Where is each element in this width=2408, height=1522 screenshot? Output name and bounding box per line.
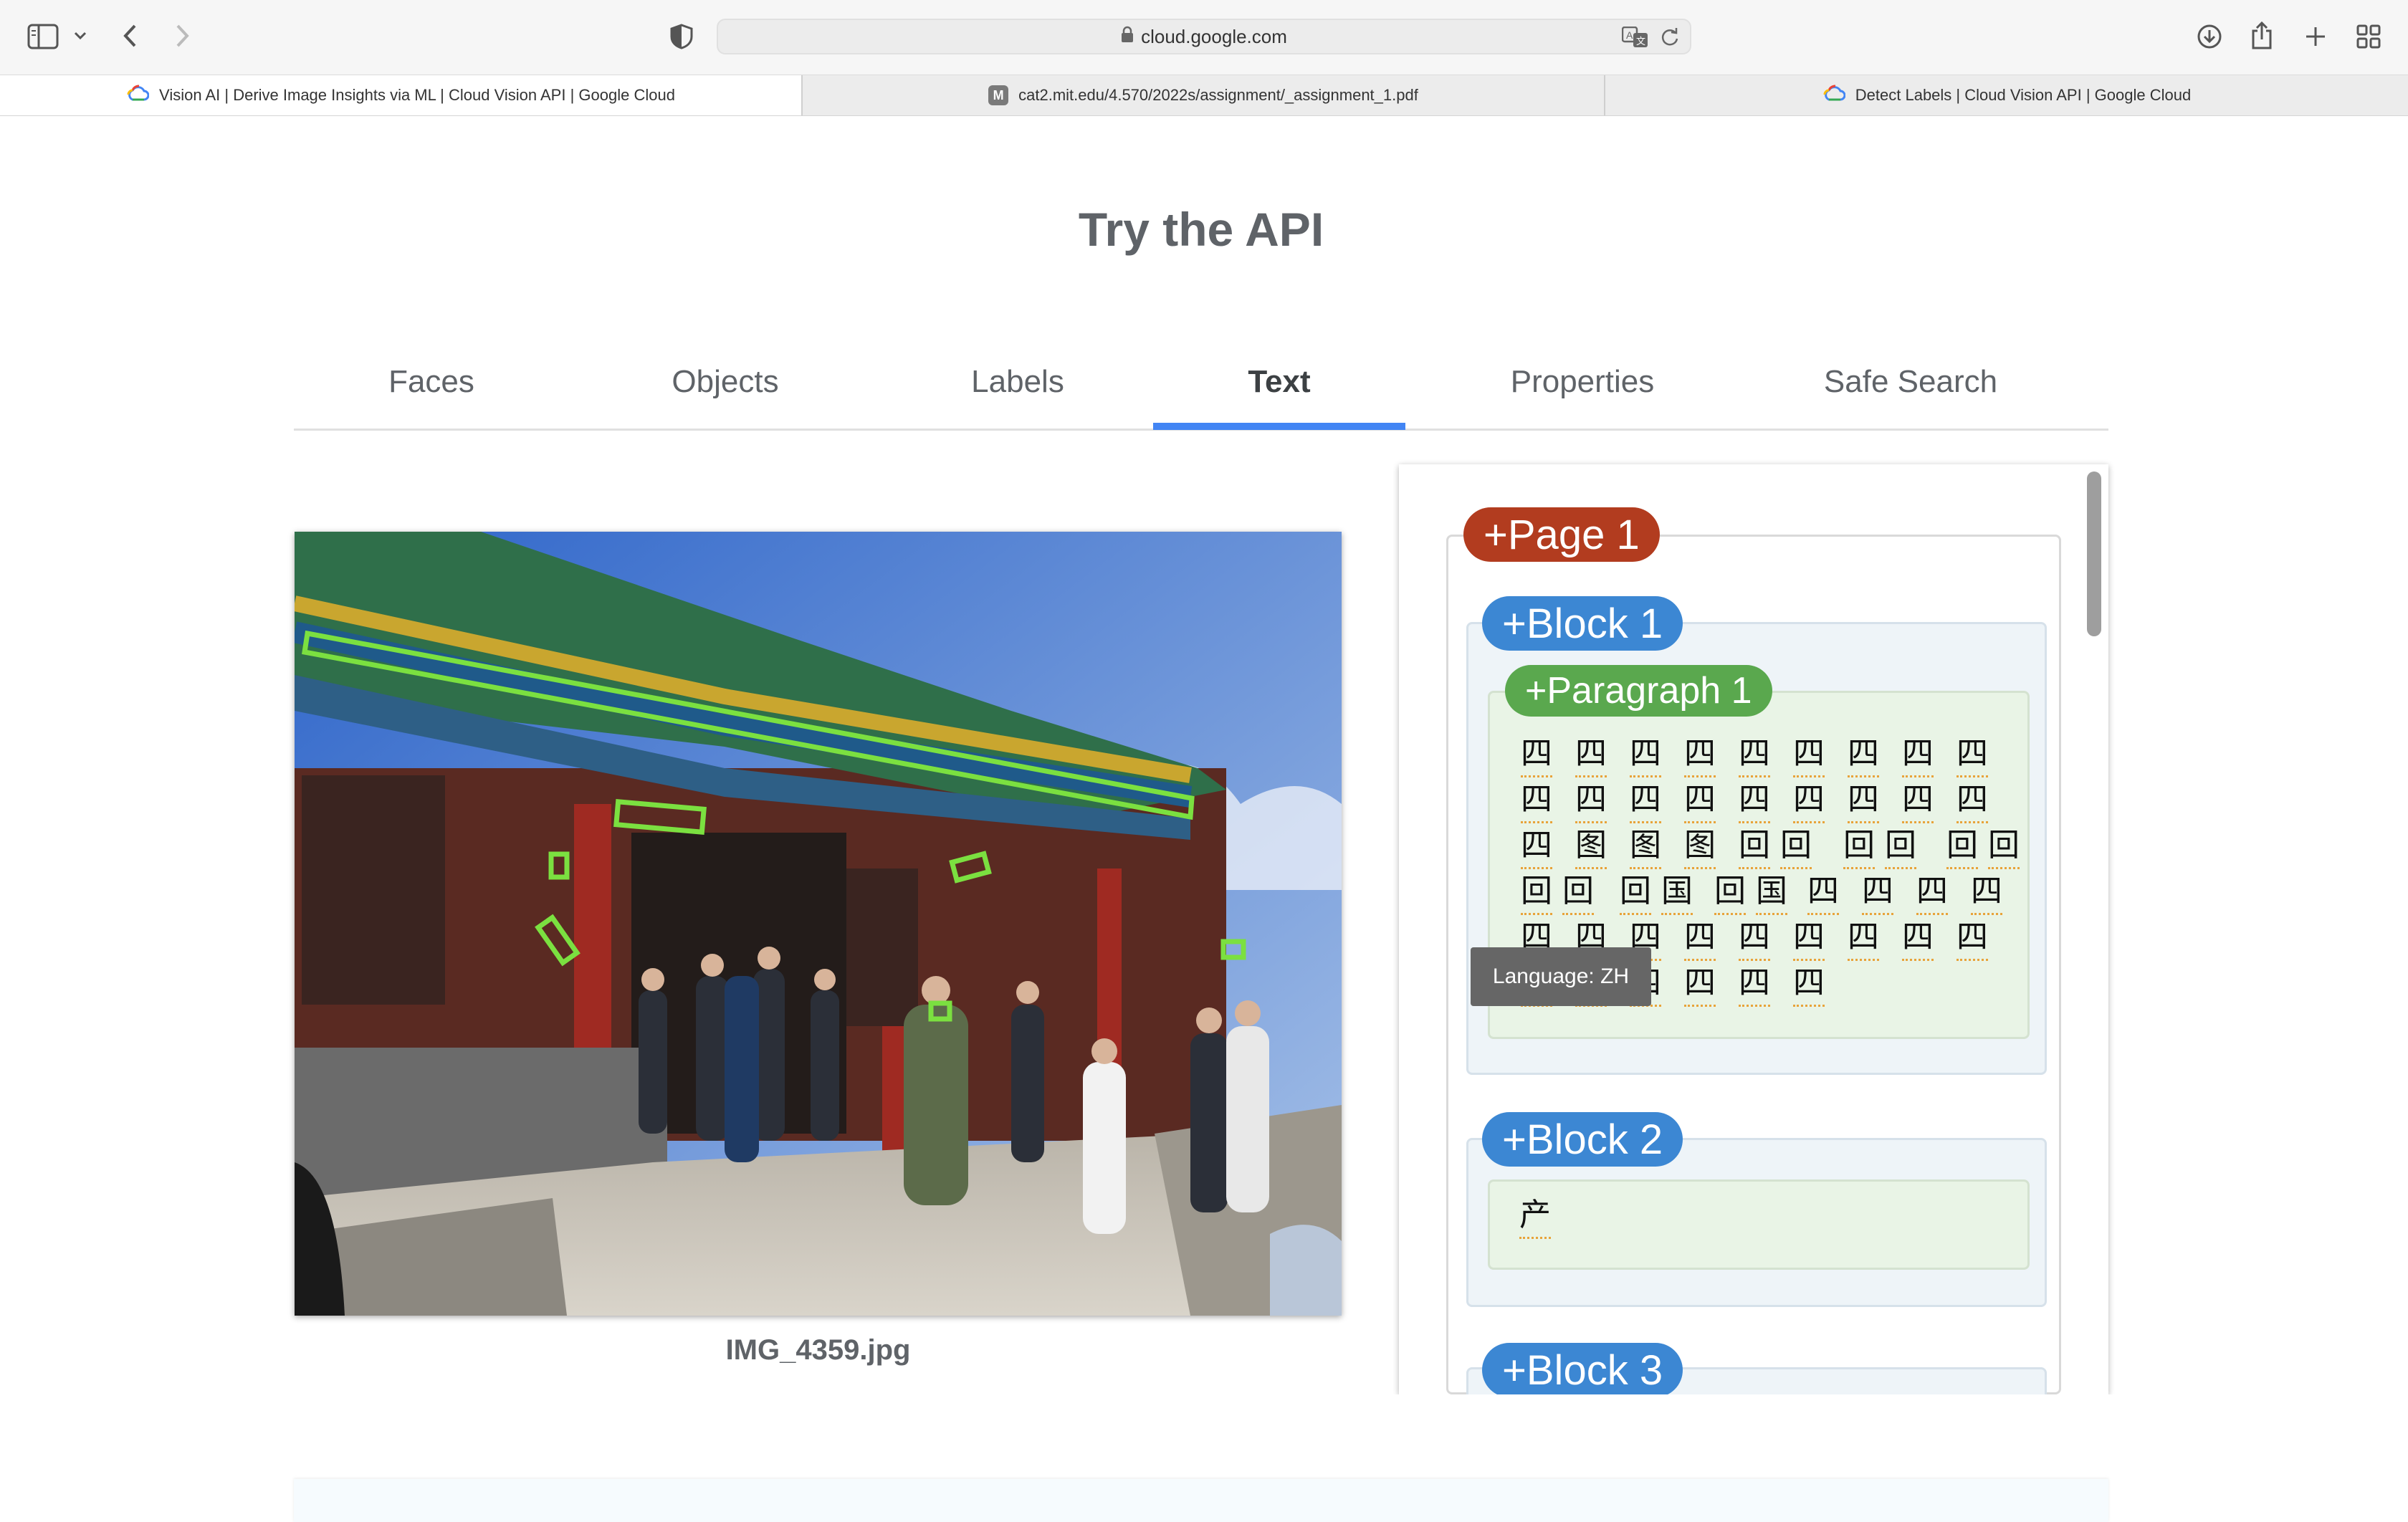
text-symbol[interactable]: 四	[1793, 778, 1825, 823]
text-symbol[interactable]: 四	[1848, 732, 1879, 777]
sidebar-toggle-icon[interactable]	[24, 20, 62, 53]
lock-icon	[1121, 26, 1134, 48]
text-symbol[interactable]: 图	[1684, 824, 1716, 869]
forward-icon[interactable]	[168, 20, 196, 52]
tab-overview-icon[interactable]	[2354, 21, 2384, 52]
text-symbol[interactable]: 四	[1956, 778, 1988, 823]
chevron-down-icon[interactable]	[70, 26, 90, 46]
feature-tabs: Faces Objects Labels Text Properties Saf…	[294, 335, 2108, 431]
text-symbol[interactable]: 四	[1848, 916, 1879, 961]
translate-icon[interactable]: A文	[1621, 24, 1650, 50]
text-symbol[interactable]: 四	[1807, 870, 1839, 915]
tab-properties[interactable]: Properties	[1440, 335, 1724, 429]
google-cloud-icon	[1822, 84, 1846, 107]
text-symbol[interactable]: 四	[1521, 778, 1552, 823]
back-icon[interactable]	[116, 20, 145, 52]
share-icon[interactable]	[2247, 19, 2276, 52]
google-cloud-icon	[126, 84, 150, 107]
text-symbol[interactable]: 回	[1521, 870, 1552, 915]
block-chip-2[interactable]: +Block 2	[1482, 1112, 1683, 1167]
reload-icon[interactable]	[1657, 24, 1683, 50]
tab-text[interactable]: Text	[1153, 335, 1405, 429]
tab-objects[interactable]: Objects	[576, 335, 874, 429]
text-symbol[interactable]: 图	[1630, 824, 1661, 869]
text-symbol[interactable]: 图	[1575, 824, 1607, 869]
text-symbol[interactable]: 四	[1575, 778, 1607, 823]
privacy-shield-icon[interactable]	[666, 21, 697, 52]
text-symbol[interactable]: 四	[1630, 732, 1661, 777]
paragraph-box	[1488, 1179, 2030, 1270]
browser-tab-assignment-pdf[interactable]: M cat2.mit.edu/4.570/2022s/assignment/_a…	[803, 75, 1605, 115]
text-symbol[interactable]: 四	[1630, 778, 1661, 823]
text-symbol[interactable]: 回	[1739, 824, 1770, 869]
text-symbol[interactable]: 四	[1684, 962, 1716, 1007]
browser-tab-title: Vision AI | Derive Image Insights via ML…	[159, 86, 675, 104]
text-symbol[interactable]: 四	[1684, 778, 1716, 823]
tab-labels[interactable]: Labels	[874, 335, 1161, 429]
text-symbol[interactable]: 回	[1843, 824, 1875, 869]
text-symbol[interactable]: 四	[1916, 870, 1948, 915]
text-symbol[interactable]: 四	[1739, 962, 1770, 1007]
next-section-card	[294, 1479, 2108, 1522]
text-symbol[interactable]: 四	[1739, 778, 1770, 823]
panel-bottom-mask	[1390, 1394, 2121, 1479]
text-symbol[interactable]: 四	[1956, 916, 1988, 961]
address-bar[interactable]: cloud.google.com A文	[717, 19, 1691, 54]
text-symbol[interactable]: 回	[1988, 824, 2020, 869]
text-symbol[interactable]: 四	[1902, 732, 1934, 777]
text-symbol[interactable]: 国	[1756, 870, 1787, 915]
downloads-icon[interactable]	[2194, 21, 2225, 52]
image-filename: IMG_4359.jpg	[725, 1334, 911, 1366]
url-text: cloud.google.com	[1141, 25, 1287, 47]
m-letter-icon: M	[988, 85, 1009, 105]
tab-safe-search[interactable]: Safe Search	[1752, 335, 2070, 429]
text-symbol[interactable]: 四	[1684, 916, 1716, 961]
paragraph-chip-1[interactable]: +Paragraph 1	[1505, 665, 1772, 717]
language-tooltip: Language: ZH	[1471, 947, 1651, 1006]
text-symbol[interactable]: 四	[1793, 732, 1825, 777]
text-symbol[interactable]: 四	[1521, 824, 1552, 869]
text-symbol[interactable]: 回	[1620, 870, 1651, 915]
panel-scrollbar[interactable]	[2087, 472, 2101, 636]
browser-toolbar: cloud.google.com A文	[0, 0, 2408, 75]
text-symbol[interactable]: 四	[1739, 916, 1770, 961]
text-symbol[interactable]: 国	[1661, 870, 1693, 915]
text-symbol[interactable]: 回	[1714, 870, 1746, 915]
page-chip[interactable]: +Page 1	[1463, 507, 1660, 562]
svg-text:文: 文	[1636, 37, 1645, 47]
text-symbol[interactable]: 四	[1684, 732, 1716, 777]
text-symbol[interactable]: 四	[1971, 870, 2002, 915]
text-symbol[interactable]: 四	[1902, 916, 1934, 961]
browser-tab-strip: Vision AI | Derive Image Insights via ML…	[0, 75, 2408, 116]
active-tab-indicator	[1153, 423, 1405, 430]
tab-faces[interactable]: Faces	[294, 335, 569, 429]
text-symbol[interactable]: 四	[1956, 732, 1988, 777]
url-display[interactable]: cloud.google.com	[718, 20, 1690, 53]
text-symbol[interactable]: 四	[1575, 732, 1607, 777]
text-symbol[interactable]: 回	[1780, 824, 1812, 869]
text-symbol[interactable]: 四	[1848, 778, 1879, 823]
text-symbol[interactable]: 产	[1519, 1194, 1551, 1239]
text-symbol[interactable]: 四	[1521, 732, 1552, 777]
analyzed-photo	[292, 532, 1342, 1316]
text-symbol[interactable]: 四	[1902, 778, 1934, 823]
block-chip-1[interactable]: +Block 1	[1482, 596, 1683, 651]
block-chip-3[interactable]: +Block 3	[1482, 1343, 1683, 1397]
text-symbol[interactable]: 回	[1562, 870, 1594, 915]
browser-tab-title: Detect Labels | Cloud Vision API | Googl…	[1855, 86, 2192, 104]
text-symbol[interactable]: 回	[1946, 824, 1978, 869]
new-tab-icon[interactable]	[2300, 21, 2331, 52]
browser-tab-vision-ai[interactable]: Vision AI | Derive Image Insights via ML…	[0, 75, 803, 115]
svg-text:A: A	[1626, 29, 1633, 41]
page-title: Try the API	[1078, 203, 1324, 256]
browser-tab-title: cat2.mit.edu/4.570/2022s/assignment/_ass…	[1018, 86, 1418, 104]
text-symbol[interactable]: 回	[1885, 824, 1916, 869]
text-symbol[interactable]: 四	[1739, 732, 1770, 777]
text-symbol[interactable]: 四	[1862, 870, 1893, 915]
browser-tab-detect-labels[interactable]: Detect Labels | Cloud Vision API | Googl…	[1605, 75, 2408, 115]
text-symbol[interactable]: 四	[1793, 916, 1825, 961]
text-symbol[interactable]: 四	[1793, 962, 1825, 1007]
